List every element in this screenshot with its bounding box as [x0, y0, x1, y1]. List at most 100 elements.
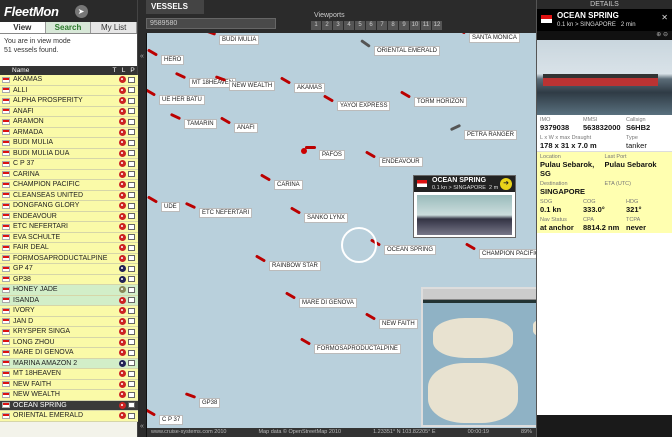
vessel-type-icon[interactable] [119, 338, 126, 346]
vessel-list-item[interactable]: MARINA AMAZON 2 [0, 358, 138, 369]
collapse-arrow-bottom-icon[interactable]: « [140, 423, 144, 430]
ship-label[interactable]: CHAMPION PACIFIC [479, 249, 536, 259]
vessel-type-icon[interactable] [119, 349, 126, 357]
ship-marker[interactable] [284, 291, 297, 300]
location-pin-icon[interactable] [301, 148, 307, 154]
list-checkbox-icon[interactable] [128, 402, 135, 409]
ship-label[interactable]: SANKO LYNX [304, 213, 348, 223]
viewport-button[interactable]: 12 [432, 21, 442, 30]
list-checkbox-icon[interactable] [128, 370, 135, 377]
vessel-type-icon[interactable] [119, 275, 126, 283]
compass-icon[interactable]: ➤ [74, 4, 88, 18]
ship-label[interactable]: PETRA RANGER [464, 130, 518, 140]
vessel-list-item[interactable]: BUDI MULIA DUA [0, 148, 138, 159]
list-checkbox-icon[interactable] [128, 139, 135, 146]
tab-my-list[interactable]: My List [91, 22, 138, 33]
viewport-button[interactable]: 11 [421, 21, 431, 30]
list-checkbox-icon[interactable] [128, 328, 135, 335]
vessel-type-icon[interactable] [119, 181, 126, 189]
list-checkbox-icon[interactable] [128, 87, 135, 94]
list-checkbox-icon[interactable] [128, 276, 135, 283]
list-checkbox-icon[interactable] [128, 181, 135, 188]
ship-marker[interactable] [169, 112, 182, 121]
viewport-button[interactable]: 5 [355, 21, 365, 30]
vessel-list-item[interactable]: BUDI MULIA [0, 138, 138, 149]
vessel-type-icon[interactable] [119, 401, 126, 409]
vessel-type-icon[interactable] [119, 212, 126, 220]
ship-label[interactable]: ENDEAVOUR [379, 157, 423, 167]
vessel-type-icon[interactable] [119, 191, 126, 199]
list-checkbox-icon[interactable] [128, 76, 135, 83]
viewport-button[interactable]: 2 [322, 21, 332, 30]
list-checkbox-icon[interactable] [128, 108, 135, 115]
list-checkbox-icon[interactable] [128, 234, 135, 241]
list-checkbox-icon[interactable] [128, 360, 135, 367]
tab-view[interactable]: View [0, 22, 46, 33]
list-checkbox-icon[interactable] [128, 339, 135, 346]
close-icon[interactable]: ✕ [661, 13, 668, 22]
ship-marker[interactable] [146, 48, 159, 57]
vessel-type-icon[interactable] [119, 412, 126, 420]
vessel-type-icon[interactable] [119, 286, 126, 294]
vessel-list-item[interactable]: ENDEAVOUR [0, 211, 138, 222]
list-checkbox-icon[interactable] [128, 286, 135, 293]
vessel-list-item[interactable]: JAN D [0, 316, 138, 327]
ship-marker[interactable] [299, 337, 312, 346]
ship-marker[interactable] [184, 201, 197, 210]
vessels-tab[interactable]: VESSELS [146, 0, 204, 14]
vessel-list-item[interactable]: ORIENTAL EMERALD [0, 411, 138, 422]
list-checkbox-icon[interactable] [128, 318, 135, 325]
vessel-list-item[interactable]: EVA SCHULTE [0, 232, 138, 243]
vessel-type-icon[interactable] [119, 202, 126, 210]
col-t[interactable]: T [110, 66, 119, 75]
viewport-button[interactable]: 7 [377, 21, 387, 30]
ship-marker[interactable] [322, 94, 335, 103]
list-checkbox-icon[interactable] [128, 349, 135, 356]
vessel-list-item[interactable]: IVORY [0, 306, 138, 317]
vessel-type-icon[interactable] [119, 328, 126, 336]
ship-marker[interactable] [305, 146, 316, 149]
ship-marker[interactable] [360, 39, 371, 48]
ship-marker[interactable] [364, 312, 377, 321]
vessel-list-item[interactable]: MARE DI GENOVA [0, 348, 138, 359]
list-checkbox-icon[interactable] [128, 202, 135, 209]
vessel-list-item[interactable]: NEW WEALTH [0, 390, 138, 401]
ship-label[interactable]: NEW FAITH [379, 319, 418, 329]
ship-label[interactable]: TORM HORIZON [414, 97, 467, 107]
ship-label[interactable]: AKAMAS [294, 83, 326, 93]
vessel-type-icon[interactable] [119, 76, 126, 84]
ship-marker[interactable] [259, 173, 272, 182]
vessel-list-item[interactable]: KRYSPER SINGA [0, 327, 138, 338]
vessel-list-item[interactable]: CARINA [0, 169, 138, 180]
list-checkbox-icon[interactable] [128, 129, 135, 136]
ship-label[interactable]: RAINBOW STAR [269, 261, 321, 271]
vessel-type-icon[interactable] [119, 265, 126, 273]
ship-marker[interactable] [449, 123, 462, 132]
ship-label[interactable]: CARINA [274, 180, 303, 190]
vessel-type-icon[interactable] [119, 307, 126, 315]
vessel-type-icon[interactable] [119, 380, 126, 388]
vessel-list-item[interactable]: FORMOSAPRODUCTALPINE [0, 253, 138, 264]
vessel-type-icon[interactable] [119, 370, 126, 378]
viewport-button[interactable]: 3 [333, 21, 343, 30]
viewport-button[interactable]: 6 [366, 21, 376, 30]
vessel-list-item[interactable]: GP38 [0, 274, 138, 285]
vessel-type-icon[interactable] [119, 359, 126, 367]
vessel-type-icon[interactable] [119, 160, 126, 168]
vessel-list-item[interactable]: ETC NEFERTARI [0, 222, 138, 233]
vessel-list-item[interactable]: C P 37 [0, 159, 138, 170]
zoom-in-icon[interactable]: ⊕ [656, 32, 661, 38]
ship-label[interactable]: TAMARIN [184, 119, 217, 129]
vessel-list-item[interactable]: ARMADA [0, 127, 138, 138]
list-checkbox-icon[interactable] [128, 307, 135, 314]
viewport-button[interactable]: 10 [410, 21, 420, 30]
list-checkbox-icon[interactable] [128, 97, 135, 104]
ship-label[interactable]: GP38 [199, 398, 221, 408]
ship-label[interactable]: C P 37 [159, 415, 184, 425]
list-checkbox-icon[interactable] [128, 223, 135, 230]
vessel-list-item[interactable]: MT 18HEAVEN [0, 369, 138, 380]
col-name[interactable]: Name [0, 66, 110, 75]
col-l[interactable]: L [119, 66, 128, 75]
ship-label[interactable]: FORMOSAPRODUCTALPINE [314, 344, 401, 354]
vessel-type-icon[interactable] [119, 149, 126, 157]
